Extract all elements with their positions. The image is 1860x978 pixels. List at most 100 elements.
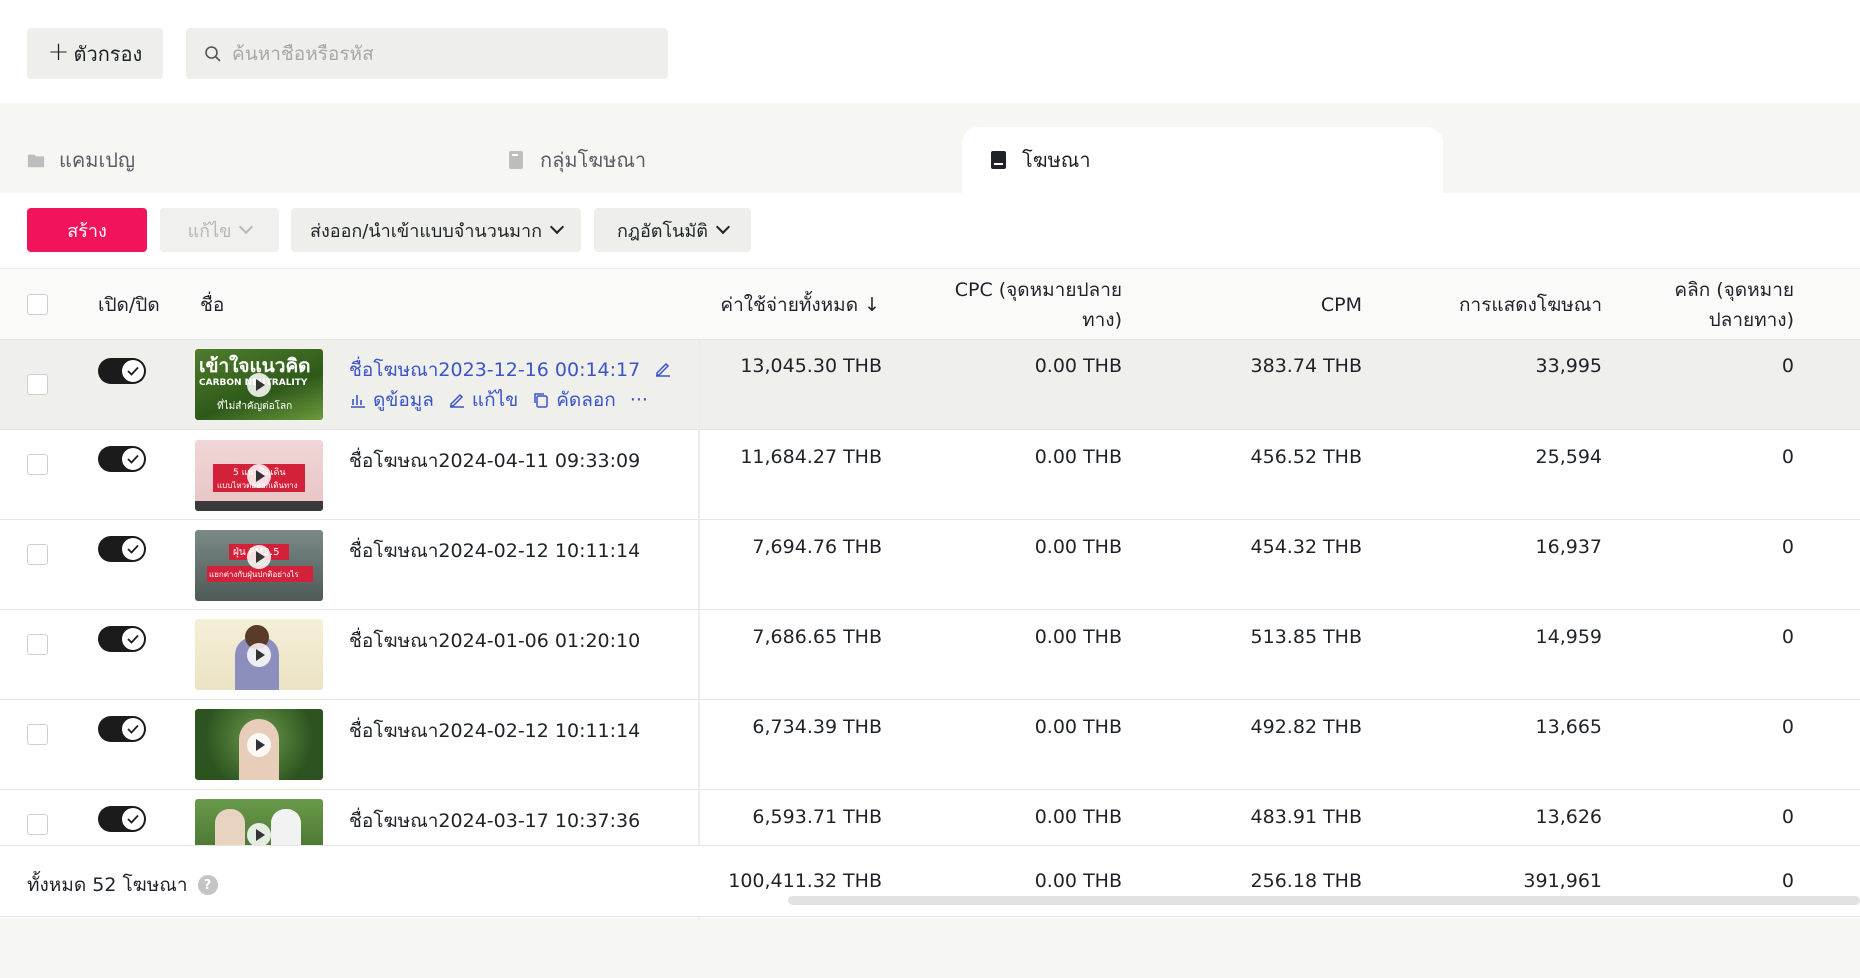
play-icon [247,642,271,667]
create-button[interactable]: สร้าง [27,208,147,252]
edit-label: แก้ไข [471,389,519,411]
ad-thumbnail[interactable] [195,709,323,780]
ad-thumbnail[interactable]: ฝุ่น PM2.5 แยกต่างกับฝุ่นปกติอย่างไร [195,530,323,601]
play-icon [247,822,271,845]
ad-thumbnail[interactable] [195,619,323,690]
ad-thumbnail[interactable]: เข้าใจแนวคิด CARBON NEUTRALITY ที่ไม่สำค… [195,349,323,420]
row-checkbox[interactable] [27,374,48,395]
ad-name[interactable]: ชื่อโฆษณา2024-02-12 10:11:14 [349,716,640,746]
impressions-cell: 16,937 [1535,536,1602,558]
ad-name: ชื่อโฆษณา2023-12-16 00:14:17 [349,359,641,381]
ad-name[interactable]: ชื่อโฆษณา2024-01-06 01:20:10 [349,626,640,656]
table-header: เปิด/ปิด ชื่อ ค่าใช้จ่ายทั้งหมด ↓ CPC (จ… [0,268,1860,340]
column-cpc[interactable]: CPC (จุดหมายปลาย ทาง) [955,275,1122,335]
more-actions-icon[interactable]: ··· [630,389,648,411]
edit-dropdown[interactable]: แก้ไข [160,208,279,252]
table-row[interactable]: เข้าใจแนวคิด CARBON NEUTRALITY ที่ไม่สำค… [0,340,1860,430]
status-toggle[interactable] [98,716,146,742]
table-row[interactable]: ฝุ่น PM2.5 แยกต่างกับฝุ่นปกติอย่างไร ชื่… [0,520,1860,610]
spend-cell: 7,694.76 THB [752,536,882,558]
chevron-down-icon [549,219,565,235]
clicks-cell: 0 [1781,716,1794,738]
impressions-cell: 33,995 [1535,355,1602,377]
plus-icon: + [47,37,70,67]
row-checkbox[interactable] [27,724,48,745]
tab-campaign[interactable]: แคมเปญ [27,127,327,193]
edit-action[interactable]: แก้ไข [448,385,518,415]
column-clicks-line2: ปลายทาง) [1708,309,1794,331]
check-icon [122,360,144,382]
total-spend: 100,411.32 THB [728,870,882,892]
column-toggle: เปิด/ปิด [98,294,160,316]
ads-table: เปิด/ปิด ชื่อ ค่าใช้จ่ายทั้งหมด ↓ CPC (จ… [0,268,1860,918]
column-impressions[interactable]: การแสดงโฆษณา [1459,290,1602,320]
total-count-label: ทั้งหมด 52 โฆษณา [27,874,188,896]
copy-icon [534,393,548,408]
check-icon [122,448,144,470]
ad-name-link[interactable]: ชื่อโฆษณา2023-12-16 00:14:17 [349,355,672,385]
clicks-cell: 0 [1781,626,1794,648]
status-toggle[interactable] [98,358,146,384]
cpm-cell: 513.85 THB [1250,626,1362,648]
table-row[interactable]: ชื่อโฆษณา2024-01-06 01:20:10 7,686.65 TH… [0,610,1860,700]
copy-label: คัดลอก [556,389,616,411]
ad-thumbnail[interactable]: 5 แนวคิดเดิน แบบไหวต่อออกเดินทาง [195,440,323,511]
check-icon [122,808,144,830]
horizontal-scrollbar[interactable] [788,896,1860,905]
status-toggle[interactable] [98,626,146,652]
row-checkbox[interactable] [27,544,48,565]
cpm-cell: 456.52 THB [1250,446,1362,468]
copy-action[interactable]: คัดลอก [532,385,616,415]
ad-icon [991,151,1006,169]
impressions-cell: 25,594 [1535,446,1602,468]
row-checkbox[interactable] [27,634,48,655]
ad-thumbnail[interactable] [195,799,323,845]
spend-cell: 6,593.71 THB [752,806,882,828]
table-row[interactable]: ชื่อโฆษณา2024-02-12 10:11:14 6,734.39 TH… [0,700,1860,790]
column-name: ชื่อ [200,294,225,316]
ad-name[interactable]: ชื่อโฆษณา2024-03-17 10:37:36 [349,806,640,836]
ad-name[interactable]: ชื่อโฆษณา2024-04-11 09:33:09 [349,446,640,476]
row-checkbox[interactable] [27,454,48,475]
pencil-icon[interactable] [654,360,672,378]
select-all-checkbox[interactable] [27,294,48,315]
tab-ad[interactable]: โฆษณา [962,127,1443,193]
total-clicks: 0 [1781,870,1794,892]
cpm-cell: 383.74 THB [1250,355,1362,377]
view-data-action[interactable]: ดูข้อมูล [349,385,434,415]
search-box[interactable] [186,28,668,79]
column-clicks[interactable]: คลิก (จุดหมาย ปลายทาง) [1674,275,1794,335]
check-icon [122,538,144,560]
folder-icon [27,154,45,168]
status-toggle[interactable] [98,806,146,832]
view-data-label: ดูข้อมูล [373,389,434,411]
search-icon [205,45,221,62]
automated-rules-dropdown[interactable]: กฎอัตโนมัติ [594,208,751,252]
table-row[interactable]: 5 แนวคิดเดิน แบบไหวต่อออกเดินทาง ชื่อโฆษ… [0,430,1860,520]
toolbar: สร้าง แก้ไข ส่งออก/นำเข้าแบบจำนวนมาก กฎอ… [0,193,1860,268]
filter-button[interactable]: + ตัวกรอง [27,28,163,79]
filter-bar: + ตัวกรอง [0,0,1860,103]
pencil-icon [449,393,464,408]
column-cpc-line2: ทาง) [1082,309,1122,331]
spend-cell: 7,686.65 THB [752,626,882,648]
total-count: ทั้งหมด 52 โฆษณา ? [27,870,218,900]
column-cpm[interactable]: CPM [1321,290,1362,320]
ad-group-icon [509,151,523,169]
tab-ad-group[interactable]: กลุ่มโฆษณา [508,127,808,193]
play-icon [247,372,271,397]
help-icon[interactable]: ? [197,875,218,895]
row-checkbox[interactable] [27,814,48,835]
status-toggle[interactable] [98,446,146,472]
impressions-cell: 13,665 [1535,716,1602,738]
table-row[interactable]: ชื่อโฆษณา2024-03-17 10:37:36 6,593.71 TH… [0,790,1860,845]
spend-cell: 6,734.39 THB [752,716,882,738]
ad-name[interactable]: ชื่อโฆษณา2024-02-12 10:11:14 [349,536,640,566]
check-icon [122,628,144,650]
search-input[interactable] [232,42,652,65]
bulk-export-import-label: ส่งออก/นำเข้าแบบจำนวนมาก [309,220,543,242]
bulk-export-import-dropdown[interactable]: ส่งออก/นำเข้าแบบจำนวนมาก [291,208,581,252]
column-spend[interactable]: ค่าใช้จ่ายทั้งหมด ↓ [720,290,880,320]
chevron-down-icon [239,219,254,235]
status-toggle[interactable] [98,536,146,562]
